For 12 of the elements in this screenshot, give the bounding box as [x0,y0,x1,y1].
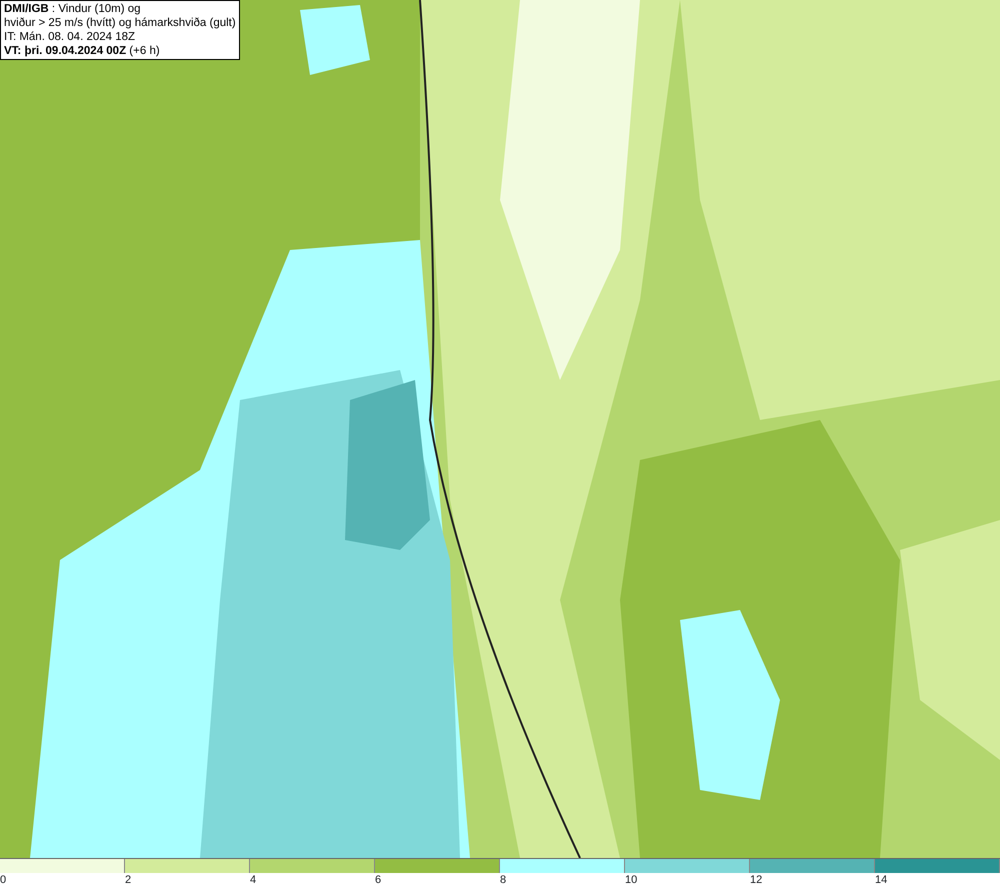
scale-tick-label: 14 [875,874,888,886]
caption-line: VT: þri. 09.04.2024 00Z (+6 h) [4,44,161,58]
caption-line: hviður > 25 m/s (hvítt) og hámarkshviða (gult) [4,16,236,30]
scale-tick-label: 2 [125,874,132,886]
scale-tick-label: 8 [500,874,506,886]
caption-line: IT: Mán. 08. 04. 2024 18Z [4,30,136,44]
scale-tick-label: 0 [0,874,6,886]
scale-tick-label: 10 [625,874,638,886]
scale-tick-label: 4 [250,874,256,886]
scale-tick-label: 6 [375,874,382,886]
caption-line: DMI/IGB : Vindur (10m) og [4,2,142,16]
scale-tick-label: 12 [750,874,762,886]
